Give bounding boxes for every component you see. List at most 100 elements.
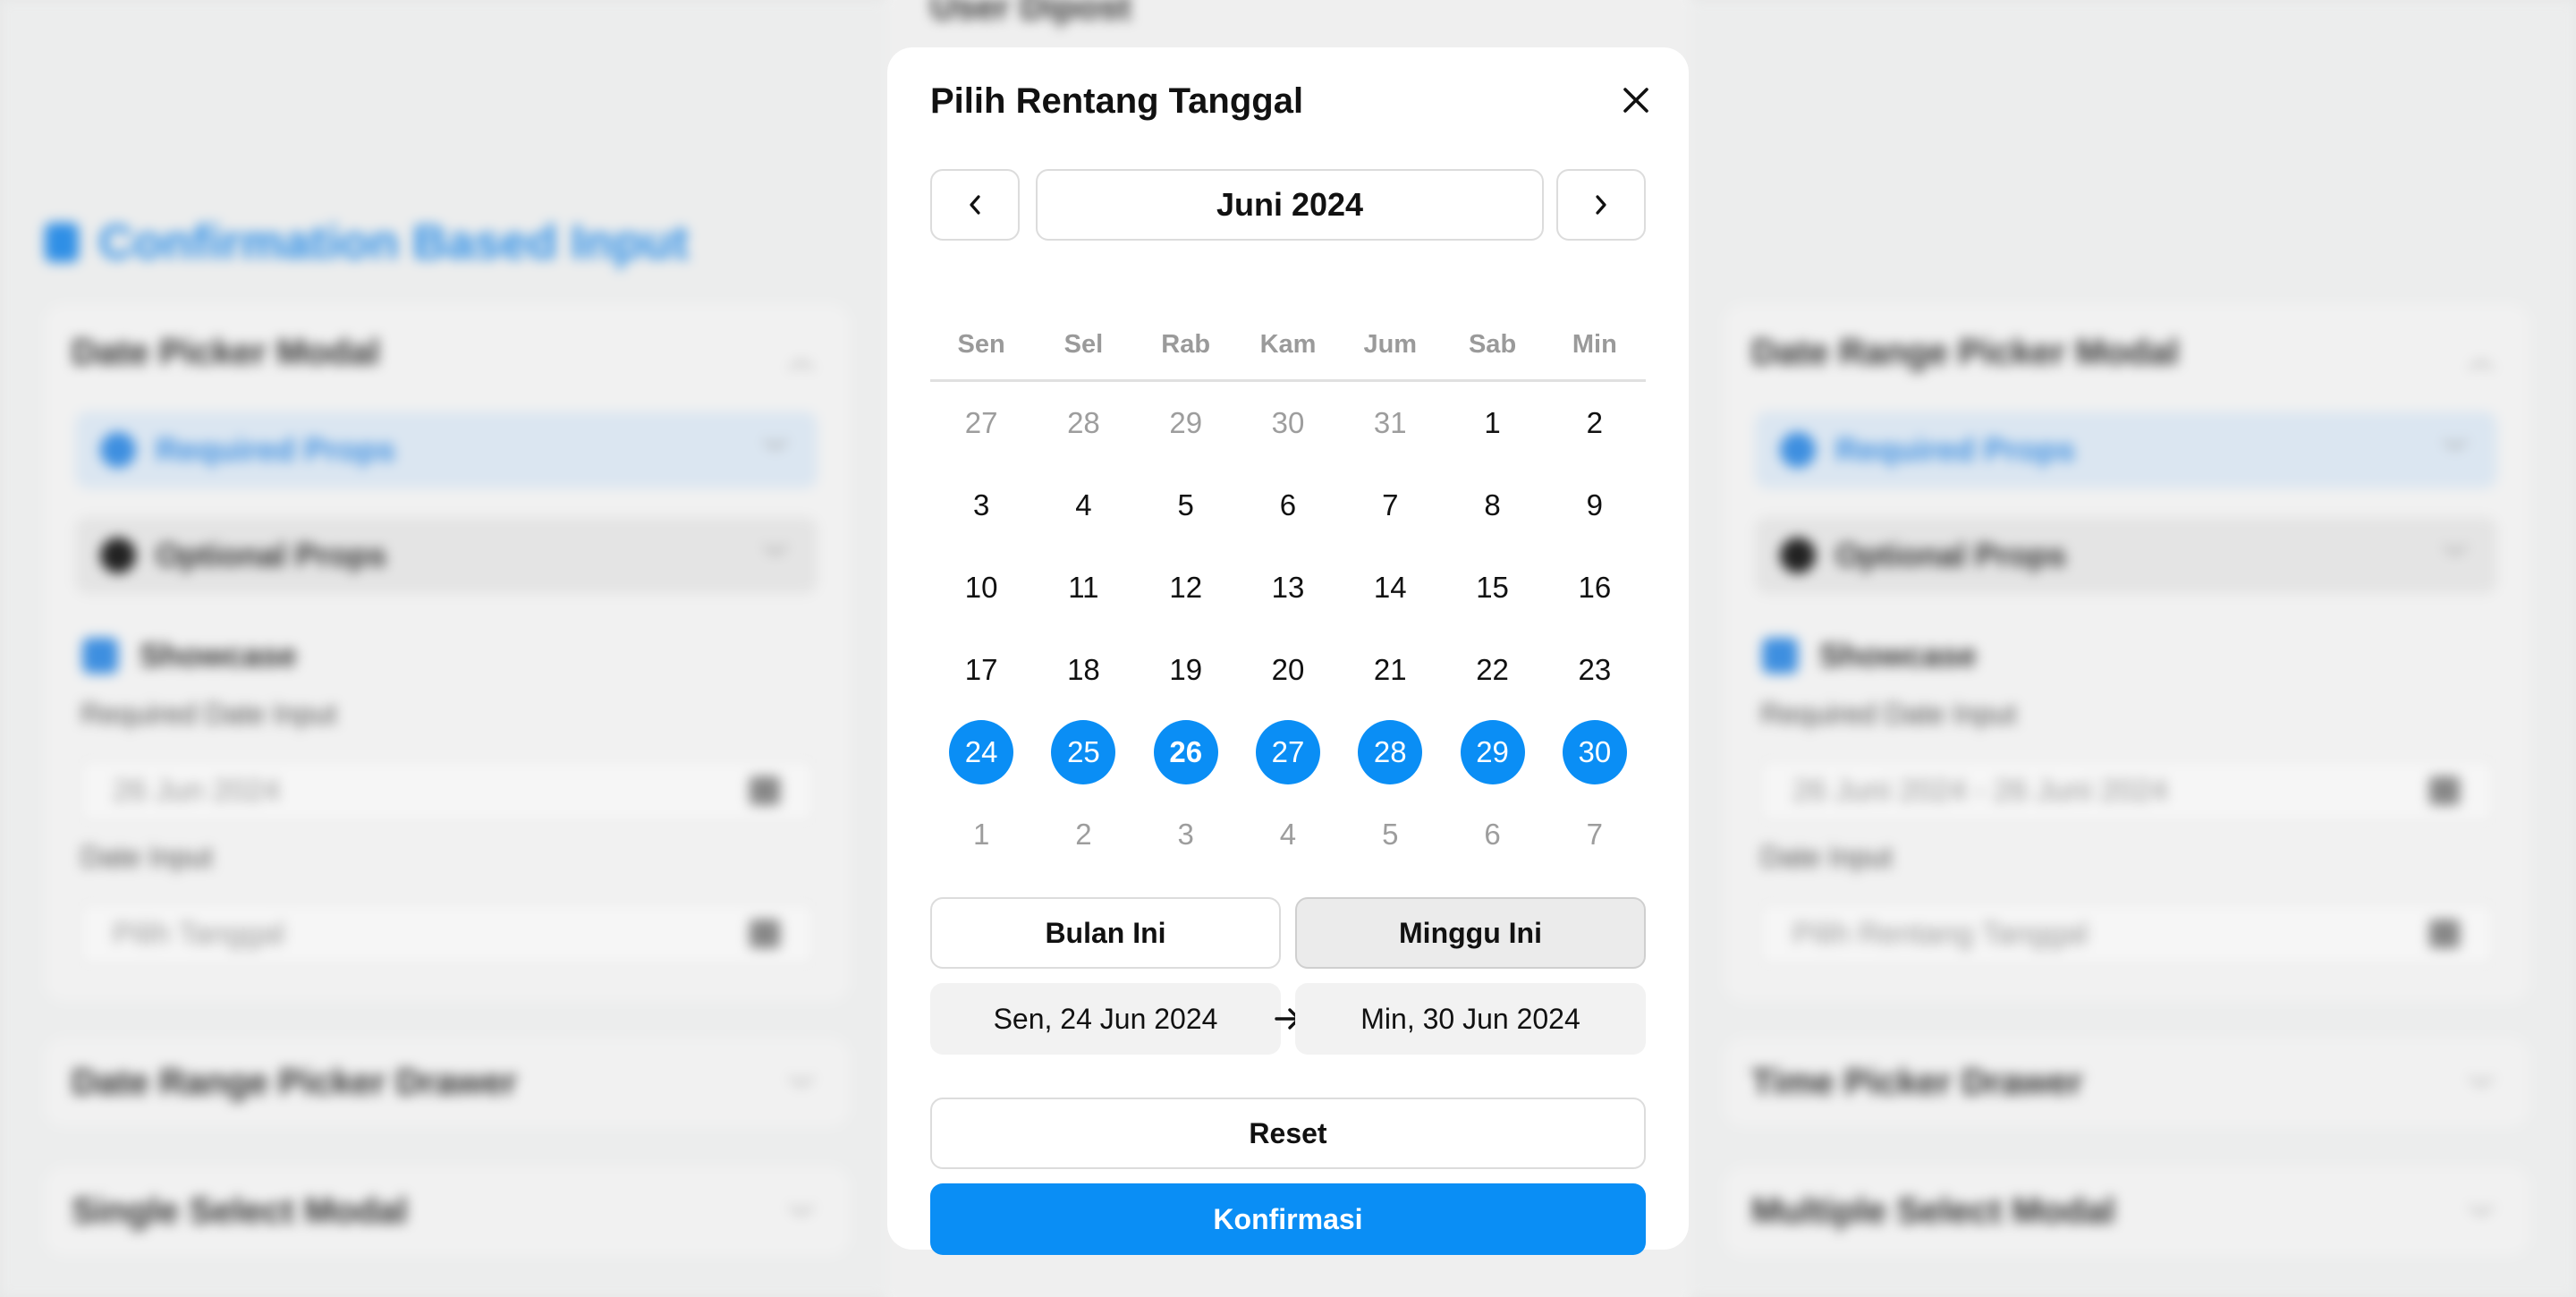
reset-button[interactable]: Reset	[930, 1098, 1646, 1169]
background-left-required-value: 26 Jun 2024	[113, 773, 281, 808]
calendar-day[interactable]: 8	[1441, 464, 1543, 547]
calendar-day[interactable]: 18	[1032, 629, 1134, 711]
calendar-day-outside-month[interactable]: 3	[1135, 793, 1237, 876]
weekday-label: Rab	[1161, 330, 1211, 359]
calendar-day-number: 1	[972, 818, 990, 851]
calendar-day-number: 26	[1153, 720, 1218, 784]
calendar-day[interactable]: 15	[1441, 547, 1543, 629]
calendar-day[interactable]: 10	[930, 547, 1032, 629]
calendar-day-selected[interactable]: 30	[1544, 711, 1646, 793]
calendar-day-number: 6	[1484, 818, 1501, 851]
month-navigation: Juni 2024	[930, 169, 1646, 241]
calendar-day[interactable]: 7	[1339, 464, 1441, 547]
background-right-optional-props: Optional Props ﹀	[1755, 517, 2497, 594]
calendar-day-outside-month[interactable]: 5	[1339, 793, 1441, 876]
calendar-day[interactable]: 13	[1237, 547, 1339, 629]
calendar-day-selected[interactable]: 25	[1032, 711, 1134, 793]
background-left-required-input: 26 Jun 2024	[79, 759, 816, 823]
calendar-day[interactable]: 23	[1544, 629, 1646, 711]
calendar-day-number: 28	[1358, 720, 1423, 784]
confirm-button[interactable]: Konfirmasi	[930, 1183, 1646, 1255]
calendar-day-number: 30	[1271, 406, 1305, 439]
calendar-day-number: 24	[949, 720, 1014, 784]
calendar-day[interactable]: 14	[1339, 547, 1441, 629]
calendar-day[interactable]: 16	[1544, 547, 1646, 629]
background-left-showcase-label: Showcase	[140, 637, 298, 674]
calendar-day-outside-month[interactable]: 2	[1032, 793, 1134, 876]
calendar-day-outside-month[interactable]: 28	[1032, 382, 1134, 464]
weekday-label: Sel	[1063, 330, 1104, 359]
info-icon	[1780, 432, 1816, 468]
calendar-day-outside-month[interactable]: 1	[930, 793, 1032, 876]
calendar-day-selected[interactable]: 24	[930, 711, 1032, 793]
background-right-required-input: 26 Juni 2024 - 26 Juni 2024	[1758, 759, 2496, 823]
background-left-optional-props: Optional Props ﹀	[75, 517, 818, 594]
calendar-day[interactable]: 11	[1032, 547, 1134, 629]
background-right-required-props: Required Props ﹀	[1755, 411, 2497, 488]
calendar-day-number: 5	[1177, 488, 1194, 521]
background-left-card: Date Picker Modal ︿ Required Props ﹀ Opt…	[45, 304, 850, 1002]
calendar-day-number: 30	[1562, 720, 1627, 784]
calendar-day[interactable]: 1	[1441, 382, 1543, 464]
calendar-day[interactable]: 17	[930, 629, 1032, 711]
calendar-day-selected[interactable]: 26	[1135, 711, 1237, 793]
calendar-day-outside-month[interactable]: 30	[1237, 382, 1339, 464]
calendar-day-number: 13	[1271, 571, 1305, 604]
background-right-date-input: Pilih Rentang Tanggal	[1758, 902, 2496, 966]
calendar-day[interactable]: 5	[1135, 464, 1237, 547]
chevron-left-icon	[970, 195, 980, 215]
calendar-day-selected[interactable]: 27	[1237, 711, 1339, 793]
calendar-day-number: 4	[1279, 818, 1297, 851]
lock-icon	[45, 223, 79, 262]
this-week-button[interactable]: Minggu Ini	[1295, 897, 1646, 969]
calendar-day-number: 8	[1484, 488, 1501, 521]
calendar-day-outside-month[interactable]: 29	[1135, 382, 1237, 464]
calendar-day-outside-month[interactable]: 7	[1544, 793, 1646, 876]
calendar-day-number: 2	[1586, 406, 1604, 439]
close-button[interactable]	[1615, 80, 1657, 121]
previous-month-button[interactable]	[930, 169, 1020, 241]
calendar-day-number: 1	[1484, 406, 1501, 439]
this-month-button[interactable]: Bulan Ini	[930, 897, 1281, 969]
calendar-day-number: 12	[1169, 571, 1203, 604]
calendar-day-number: 20	[1271, 653, 1305, 686]
background-right-required-value: 26 Juni 2024 - 26 Juni 2024	[1792, 773, 2168, 808]
calendar-day[interactable]: 4	[1032, 464, 1134, 547]
calendar-day-number: 25	[1051, 720, 1116, 784]
month-label[interactable]: Juni 2024	[1036, 169, 1544, 241]
calendar-day-number: 27	[964, 406, 998, 439]
checkbox-icon	[1762, 638, 1798, 674]
calendar-day-number: 23	[1578, 653, 1612, 686]
background-left-collapsed-card-2: Single Select Modal ﹀	[45, 1166, 850, 1256]
calendar-day[interactable]: 3	[930, 464, 1032, 547]
calendar-day-outside-month[interactable]: 4	[1237, 793, 1339, 876]
calendar-day[interactable]: 20	[1237, 629, 1339, 711]
calendar-day[interactable]: 2	[1544, 382, 1646, 464]
selected-range: Sen, 24 Jun 2024 Min, 30 Jun 2024	[930, 983, 1646, 1055]
calendar-day-selected[interactable]: 29	[1441, 711, 1543, 793]
close-icon	[1623, 88, 1648, 113]
next-month-button[interactable]	[1556, 169, 1646, 241]
background-right-collapsed-card-2: Multiple Select Modal ﹀	[1724, 1166, 2529, 1256]
calendar-day[interactable]: 12	[1135, 547, 1237, 629]
calendar-day-number: 4	[1075, 488, 1092, 521]
calendar-day-outside-month[interactable]: 31	[1339, 382, 1441, 464]
weekday-label: Sab	[1468, 330, 1517, 359]
calendar-day[interactable]: 9	[1544, 464, 1646, 547]
calendar-grid: 27 28 29 30 31 1 2 3 4 5 6 7 8 9 10 11 12 13 14 15 16 17 18 19 2…	[930, 382, 1646, 876]
calendar-day-number: 27	[1255, 720, 1320, 784]
calendar-day-selected[interactable]: 28	[1339, 711, 1441, 793]
weekday-label: Sen	[957, 330, 1005, 359]
calendar-day[interactable]: 21	[1339, 629, 1441, 711]
calendar-day-number: 31	[1373, 406, 1407, 439]
calendar-day[interactable]: 6	[1237, 464, 1339, 547]
calendar-day-outside-month[interactable]: 27	[930, 382, 1032, 464]
calendar-day-number: 21	[1373, 653, 1407, 686]
preset-row: Bulan Ini Minggu Ini	[930, 897, 1646, 969]
chevron-up-icon: ︿	[2468, 345, 2494, 373]
chevron-down-icon: ﹀	[2443, 543, 2467, 571]
chevron-down-icon: ﹀	[2468, 1204, 2494, 1232]
calendar-day[interactable]: 22	[1441, 629, 1543, 711]
calendar-day-outside-month[interactable]: 6	[1441, 793, 1543, 876]
calendar-day[interactable]: 19	[1135, 629, 1237, 711]
